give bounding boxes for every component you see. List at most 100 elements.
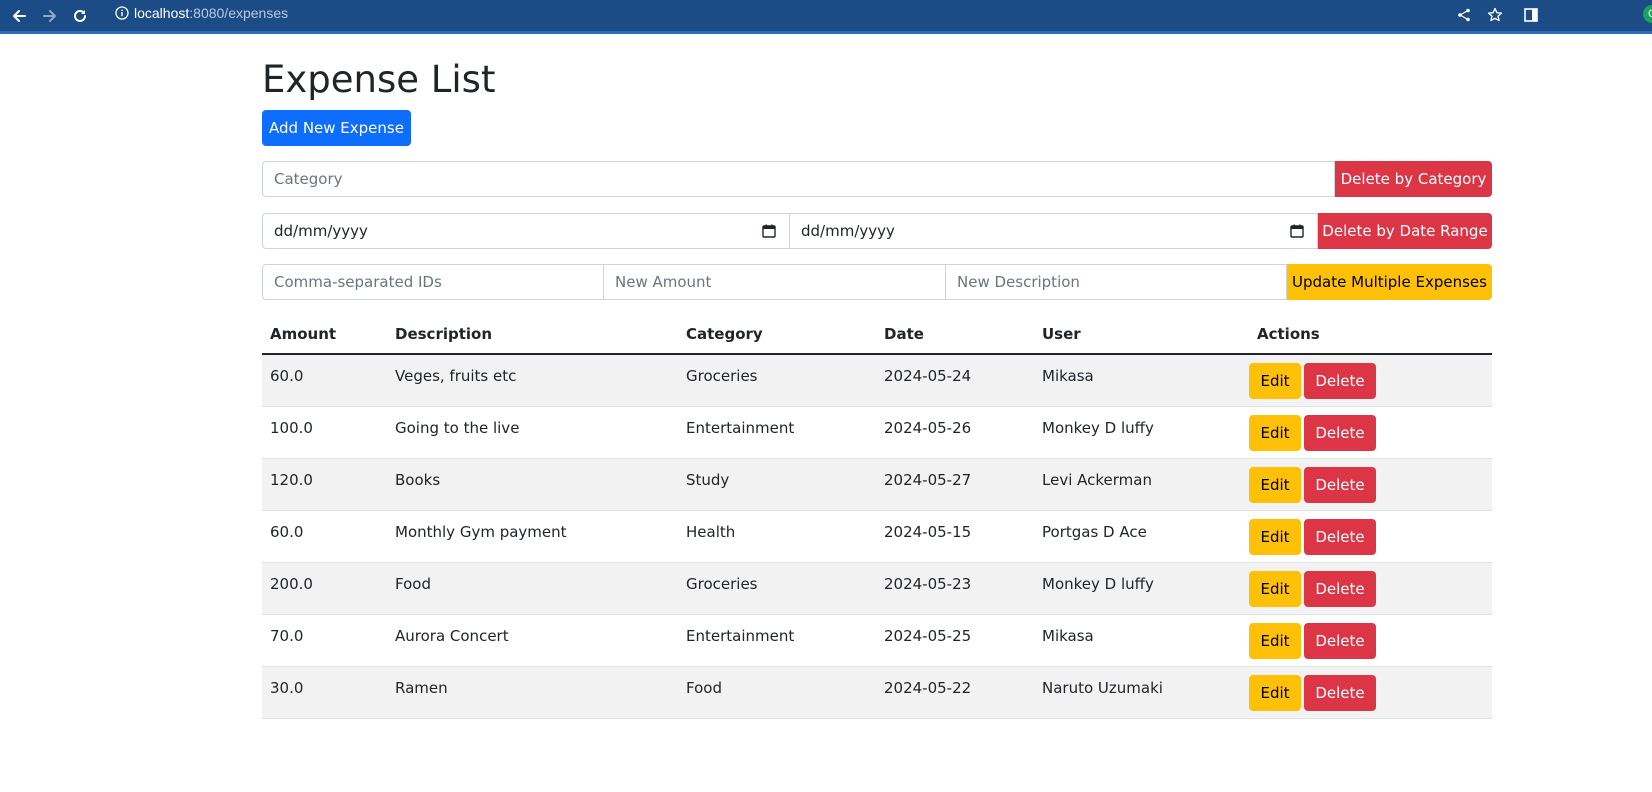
cell-amount: 30.0 xyxy=(262,666,387,719)
cell-category: Entertainment xyxy=(678,406,876,459)
cell-amount: 200.0 xyxy=(262,562,387,615)
cell-date: 2024-05-22 xyxy=(876,666,1034,719)
delete-button[interactable]: Delete xyxy=(1304,466,1376,503)
header-date: Date xyxy=(876,314,1034,355)
cell-amount: 60.0 xyxy=(262,354,387,407)
update-multiple-expenses-button[interactable]: Update Multiple Expenses xyxy=(1287,264,1492,300)
cell-description: Aurora Concert xyxy=(387,614,678,667)
cell-description: Food xyxy=(387,562,678,615)
add-new-expense-button[interactable]: Add New Expense xyxy=(262,110,411,146)
ids-input[interactable] xyxy=(262,264,604,300)
cell-user: Mikasa xyxy=(1034,614,1249,667)
table-row: 60.0 Monthly Gym payment Health 2024-05-… xyxy=(262,510,1492,563)
cell-date: 2024-05-26 xyxy=(876,406,1034,459)
cell-category: Study xyxy=(678,458,876,511)
header-description: Description xyxy=(387,314,678,355)
cell-actions: Edit Delete xyxy=(1249,458,1492,511)
cell-user: Levi Ackerman xyxy=(1034,458,1249,511)
back-arrow-icon[interactable] xyxy=(6,3,32,29)
calendar-icon[interactable] xyxy=(762,224,776,238)
delete-button[interactable]: Delete xyxy=(1304,570,1376,607)
edit-button[interactable]: Edit xyxy=(1249,414,1301,451)
delete-by-date-range-form: dd/mm/yyyy dd/mm/yyyy Delete by Date Ran… xyxy=(262,213,1492,249)
table-row: 200.0 Food Groceries 2024-05-23 Monkey D… xyxy=(262,562,1492,615)
cell-actions: Edit Delete xyxy=(1249,614,1492,667)
delete-button[interactable]: Delete xyxy=(1304,414,1376,451)
url-path: :8080/expenses xyxy=(189,5,289,21)
table-row: 30.0 Ramen Food 2024-05-22 Naruto Uzumak… xyxy=(262,666,1492,719)
cell-category: Entertainment xyxy=(678,614,876,667)
table-row: 60.0 Veges, fruits etc Groceries 2024-05… xyxy=(262,354,1492,407)
cell-actions: Edit Delete xyxy=(1249,406,1492,459)
start-date-input[interactable]: dd/mm/yyyy xyxy=(262,213,790,249)
cell-date: 2024-05-27 xyxy=(876,458,1034,511)
toolbar-divider xyxy=(0,31,1652,34)
header-user: User xyxy=(1034,314,1249,355)
cell-description: Veges, fruits etc xyxy=(387,354,678,407)
end-date-placeholder: dd/mm/yyyy xyxy=(801,222,895,240)
cell-date: 2024-05-23 xyxy=(876,562,1034,615)
edit-button[interactable]: Edit xyxy=(1249,466,1301,503)
delete-button[interactable]: Delete xyxy=(1304,518,1376,555)
side-panel-icon[interactable] xyxy=(1520,4,1542,26)
cell-description: Books xyxy=(387,458,678,511)
new-description-input[interactable] xyxy=(946,264,1287,300)
site-info-icon[interactable] xyxy=(115,6,129,20)
delete-by-category-form: Delete by Category xyxy=(262,161,1492,197)
start-date-placeholder: dd/mm/yyyy xyxy=(274,222,368,240)
url-text[interactable]: localhost:8080/expenses xyxy=(134,3,288,23)
cell-amount: 120.0 xyxy=(262,458,387,511)
header-actions: Actions xyxy=(1249,314,1492,355)
cell-user: Monkey D luffy xyxy=(1034,406,1249,459)
cell-amount: 60.0 xyxy=(262,510,387,563)
edit-button[interactable]: Edit xyxy=(1249,363,1301,399)
cell-actions: Edit Delete xyxy=(1249,354,1492,407)
delete-button[interactable]: Delete xyxy=(1304,622,1376,659)
end-date-input[interactable]: dd/mm/yyyy xyxy=(790,213,1318,249)
cell-description: Ramen xyxy=(387,666,678,719)
cell-description: Monthly Gym payment xyxy=(387,510,678,563)
cell-category: Food xyxy=(678,666,876,719)
table-row: 120.0 Books Study 2024-05-27 Levi Ackerm… xyxy=(262,458,1492,511)
edit-button[interactable]: Edit xyxy=(1249,518,1301,555)
delete-by-date-range-button[interactable]: Delete by Date Range xyxy=(1318,213,1492,249)
cell-user: Portgas D Ace xyxy=(1034,510,1249,563)
new-amount-input[interactable] xyxy=(604,264,946,300)
cell-actions: Edit Delete xyxy=(1249,562,1492,615)
page-title: Expense List xyxy=(262,58,496,101)
category-input[interactable] xyxy=(262,161,1335,197)
delete-button[interactable]: Delete xyxy=(1304,363,1376,399)
table-row: 70.0 Aurora Concert Entertainment 2024-0… xyxy=(262,614,1492,667)
cell-date: 2024-05-15 xyxy=(876,510,1034,563)
cell-category: Groceries xyxy=(678,354,876,407)
table-row: 100.0 Going to the live Entertainment 20… xyxy=(262,406,1492,459)
edit-button[interactable]: Edit xyxy=(1249,622,1301,659)
cell-date: 2024-05-25 xyxy=(876,614,1034,667)
reload-icon[interactable] xyxy=(67,3,93,29)
header-category: Category xyxy=(678,314,876,355)
header-amount: Amount xyxy=(262,314,387,355)
cell-actions: Edit Delete xyxy=(1249,666,1492,719)
cell-description: Going to the live xyxy=(387,406,678,459)
edit-button[interactable]: Edit xyxy=(1249,570,1301,607)
delete-button[interactable]: Delete xyxy=(1304,674,1376,711)
table-header-row: Amount Description Category Date User Ac… xyxy=(262,314,1492,355)
share-icon[interactable] xyxy=(1453,4,1475,26)
expenses-table: Amount Description Category Date User Ac… xyxy=(262,314,1492,719)
cell-user: Naruto Uzumaki xyxy=(1034,666,1249,719)
cell-category: Groceries xyxy=(678,562,876,615)
cell-user: Monkey D luffy xyxy=(1034,562,1249,615)
forward-arrow-icon[interactable] xyxy=(37,3,63,29)
cell-actions: Edit Delete xyxy=(1249,510,1492,563)
calendar-icon[interactable] xyxy=(1290,224,1304,238)
update-multiple-form: Update Multiple Expenses xyxy=(262,264,1492,300)
bookmark-star-icon[interactable] xyxy=(1484,4,1506,26)
address-bar[interactable] xyxy=(104,2,1544,26)
cell-date: 2024-05-24 xyxy=(876,354,1034,407)
url-host: localhost xyxy=(134,5,190,21)
edit-button[interactable]: Edit xyxy=(1249,674,1301,711)
cell-amount: 70.0 xyxy=(262,614,387,667)
cell-amount: 100.0 xyxy=(262,406,387,459)
delete-by-category-button[interactable]: Delete by Category xyxy=(1335,161,1492,197)
cell-category: Health xyxy=(678,510,876,563)
